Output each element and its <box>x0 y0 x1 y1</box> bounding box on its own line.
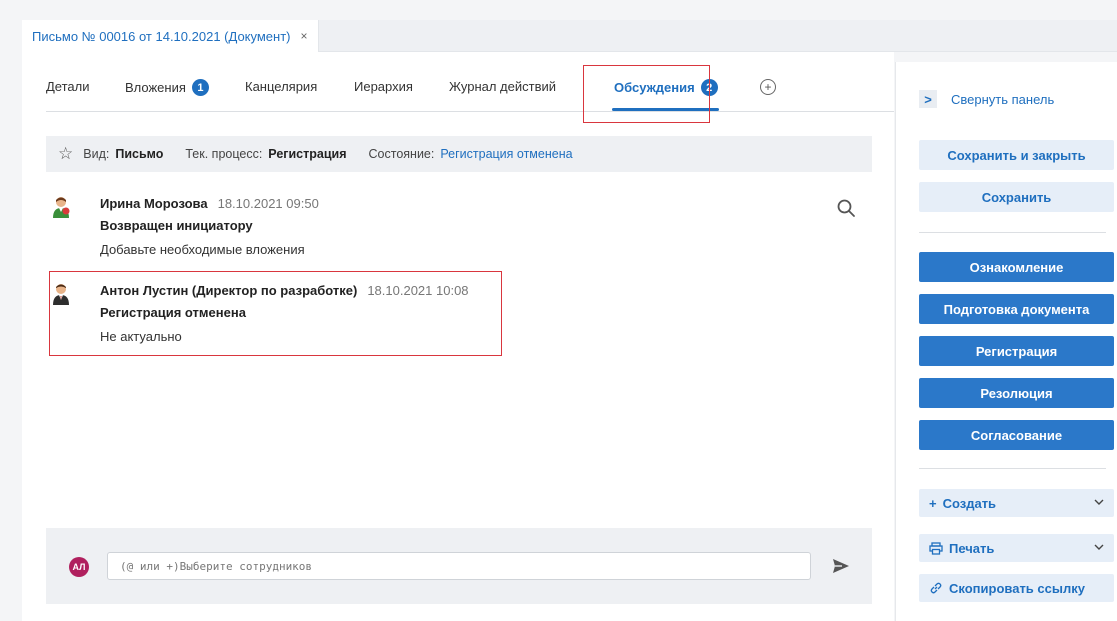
save-button[interactable]: Сохранить <box>919 182 1114 212</box>
tab-attachments[interactable]: Вложения 1 <box>125 79 209 96</box>
count-badge: 1 <box>191 79 209 96</box>
document-tab[interactable]: Письмо № 00016 от 14.10.2021 (Документ) … <box>22 20 319 52</box>
chevron-down-icon <box>1094 544 1104 550</box>
tab-label: Журнал действий <box>449 79 557 94</box>
add-tab-icon[interactable]: + <box>760 79 776 95</box>
comment-highlight-frame <box>49 271 502 356</box>
star-icon[interactable]: ☆ <box>58 144 73 164</box>
main-content: Детали Вложения 1 Канцелярия Иерархия Жу… <box>22 52 894 621</box>
tab-hierarchy[interactable]: Иерархия <box>354 79 413 94</box>
app-window: Письмо № 00016 от 14.10.2021 (Документ) … <box>0 0 1117 621</box>
print-label: Печать <box>949 540 995 556</box>
document-tab-title[interactable]: Письмо № 00016 от 14.10.2021 (Документ) <box>32 29 291 44</box>
tab-label: Иерархия <box>354 79 413 94</box>
save-and-close-button[interactable]: Сохранить и закрыть <box>919 140 1114 170</box>
create-label: Создать <box>942 495 997 511</box>
current-user-avatar: АЛ <box>69 557 89 577</box>
comment-time: 18.10.2021 09:50 <box>217 196 319 211</box>
chevron-down-icon <box>1094 499 1104 505</box>
familiarization-button[interactable]: Ознакомление <box>919 252 1114 282</box>
process-value: Регистрация <box>268 147 347 161</box>
comment-header: Ирина Морозова 18.10.2021 09:50 <box>100 196 319 211</box>
tab-details[interactable]: Детали <box>46 79 90 94</box>
resolution-button[interactable]: Резолюция <box>919 378 1114 408</box>
collapse-panel-button[interactable]: > Свернуть панель <box>919 90 1054 108</box>
close-icon[interactable]: × <box>301 29 308 43</box>
link-icon <box>929 581 943 595</box>
tab-highlight-frame <box>583 65 710 123</box>
copy-link-button[interactable]: Скопировать ссылку <box>919 574 1114 602</box>
printer-icon <box>929 541 943 555</box>
tab-office[interactable]: Канцелярия <box>245 79 317 94</box>
tab-strip: Детали Вложения 1 Канцелярия Иерархия Жу… <box>46 64 894 112</box>
collapse-panel-label: Свернуть панель <box>951 91 1055 107</box>
divider <box>919 468 1106 469</box>
top-strip <box>0 0 1117 20</box>
document-tab-bar: Письмо № 00016 от 14.10.2021 (Документ) … <box>22 20 1117 52</box>
tab-label: Вложения <box>125 80 186 95</box>
comment-text: Добавьте необходимые вложения <box>100 242 305 257</box>
comment-composer: АЛ <box>46 528 872 604</box>
copy-link-label: Скопировать ссылку <box>949 580 1085 596</box>
process-label: Тек. процесс: <box>185 147 263 161</box>
recipients-input[interactable] <box>107 552 811 580</box>
plus-icon: + <box>929 495 937 511</box>
state-label: Состояние: <box>368 147 435 161</box>
print-menu-button[interactable]: Печать <box>919 534 1114 562</box>
divider <box>919 232 1106 233</box>
tab-action-log[interactable]: Журнал действий <box>449 79 556 94</box>
approval-button[interactable]: Согласование <box>919 420 1114 450</box>
state-value[interactable]: Регистрация отменена <box>440 147 572 161</box>
search-icon[interactable] <box>836 198 856 218</box>
tab-label: Канцелярия <box>245 79 318 94</box>
comment-author[interactable]: Ирина Морозова <box>100 196 208 211</box>
chevron-right-icon: > <box>919 90 937 108</box>
comment-status: Возвращен инициатору <box>100 218 253 233</box>
kind-label: Вид: <box>83 147 110 161</box>
document-info-bar: ☆ Вид: Письмо Тек. процесс: Регистрация … <box>46 136 872 172</box>
right-panel: > Свернуть панель Сохранить и закрыть Со… <box>895 62 1117 621</box>
registration-button[interactable]: Регистрация <box>919 336 1114 366</box>
send-icon[interactable] <box>832 558 850 574</box>
user-avatar-icon <box>53 197 70 218</box>
kind-value: Письмо <box>115 147 164 161</box>
document-preparation-button[interactable]: Подготовка документа <box>919 294 1114 324</box>
create-menu-button[interactable]: + Создать <box>919 489 1114 517</box>
tab-label: Детали <box>46 79 90 94</box>
